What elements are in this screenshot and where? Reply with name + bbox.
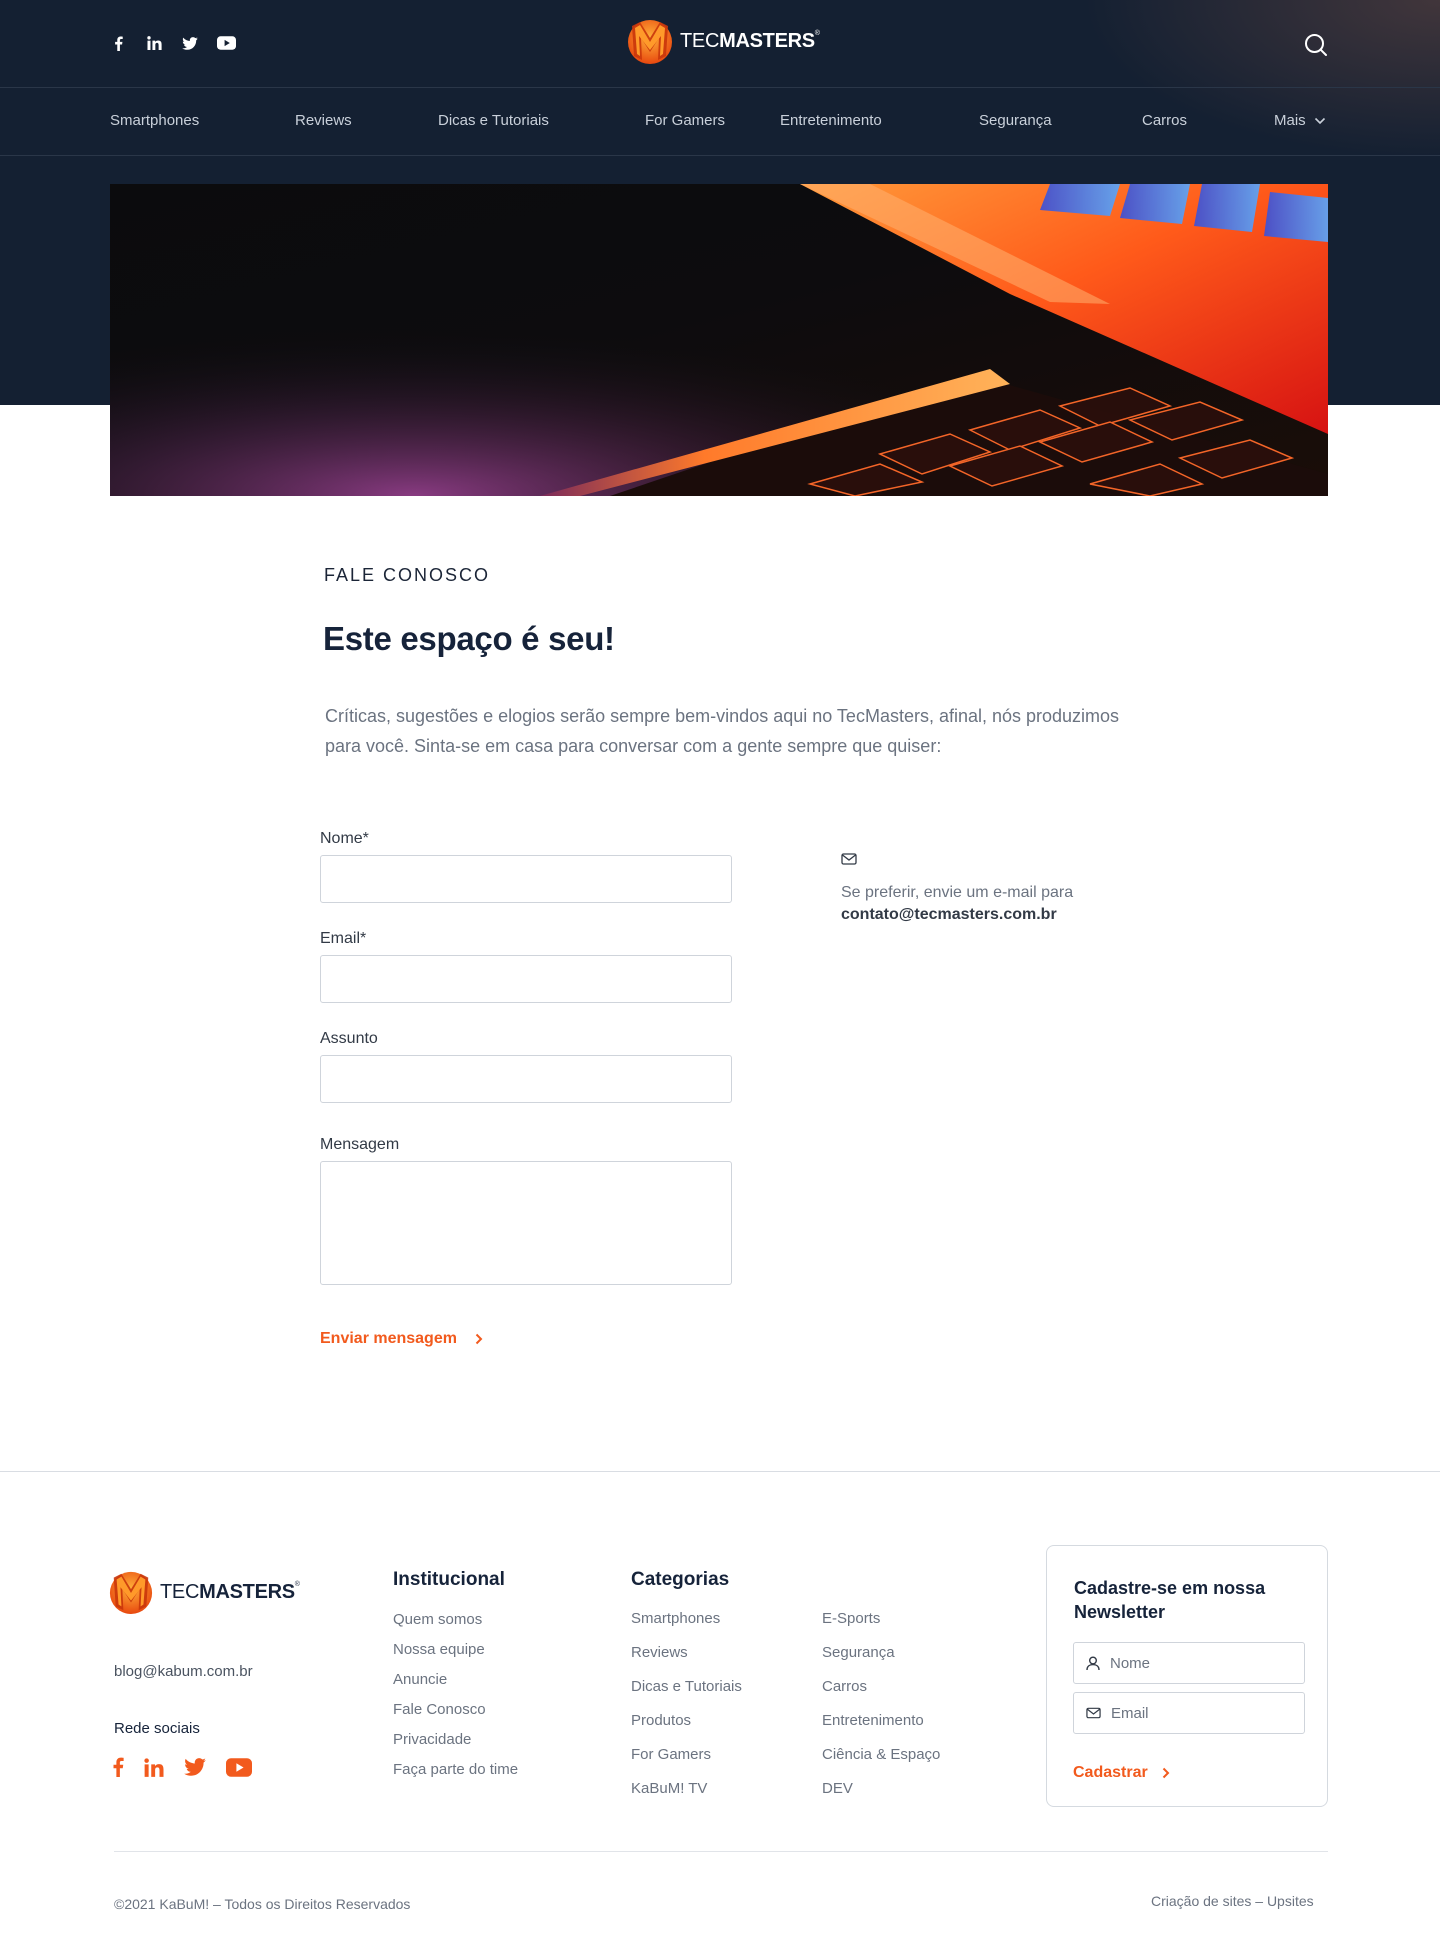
twitter-icon[interactable] bbox=[180, 33, 200, 53]
newsletter-box: Cadastre-se em nossa Newsletter Cadastra… bbox=[1046, 1545, 1328, 1807]
chevron-down-icon bbox=[1314, 117, 1325, 124]
youtube-icon[interactable] bbox=[226, 1757, 252, 1782]
send-message-button[interactable]: Enviar mensagem bbox=[320, 1330, 483, 1348]
subject-label: Assunto bbox=[320, 1030, 378, 1047]
nav-item-for-gamers[interactable]: For Gamers bbox=[645, 112, 725, 129]
nav-item-seguranca[interactable]: Segurança bbox=[979, 112, 1052, 129]
user-icon bbox=[1086, 1656, 1100, 1670]
institutional-title: Institucional bbox=[393, 1569, 505, 1590]
footer-category-produtos[interactable]: Produtos bbox=[631, 1704, 742, 1738]
footer-category-kabum-tv[interactable]: KaBuM! TV bbox=[631, 1772, 742, 1806]
contact-email-link[interactable]: contato@tecmasters.com.br bbox=[841, 906, 1057, 923]
message-label: Mensagem bbox=[320, 1136, 400, 1153]
email-field[interactable] bbox=[320, 955, 732, 1003]
nav-item-reviews[interactable]: Reviews bbox=[295, 112, 352, 129]
footer-category-esports[interactable]: E-Sports bbox=[822, 1602, 940, 1636]
footer-category-carros[interactable]: Carros bbox=[822, 1670, 940, 1704]
footer-category-seguranca[interactable]: Segurança bbox=[822, 1636, 940, 1670]
footer-category-dicas[interactable]: Dicas e Tutoriais bbox=[631, 1670, 742, 1704]
email-aside-text: Se preferir, envie um e-mail para bbox=[841, 884, 1074, 901]
footer-link-nossa-equipe[interactable]: Nossa equipe bbox=[393, 1635, 518, 1665]
email-label: Email* bbox=[320, 930, 367, 947]
footer-social-title: Rede sociais bbox=[114, 1720, 200, 1737]
name-field[interactable] bbox=[320, 855, 732, 903]
subject-field[interactable] bbox=[320, 1055, 732, 1103]
logo-wordmark: TECMASTERS® bbox=[680, 29, 820, 52]
footer-category-entretenimento[interactable]: Entretenimento bbox=[822, 1704, 940, 1738]
chevron-right-icon bbox=[475, 1333, 483, 1345]
footer-link-privacidade[interactable]: Privacidade bbox=[393, 1725, 518, 1755]
nav-item-entretenimento[interactable]: Entretenimento bbox=[780, 112, 882, 129]
footer-bottom-divider bbox=[114, 1851, 1328, 1852]
categories-links-col1: Smartphones Reviews Dicas e Tutoriais Pr… bbox=[631, 1602, 742, 1806]
top-bar: TECMASTERS® bbox=[0, 0, 1440, 88]
copyright-text: ©2021 KaBuM! – Todos os Direitos Reserva… bbox=[114, 1896, 411, 1912]
twitter-icon[interactable] bbox=[184, 1758, 206, 1781]
footer-category-for-gamers[interactable]: For Gamers bbox=[631, 1738, 742, 1772]
footer-link-quem-somos[interactable]: Quem somos bbox=[393, 1605, 518, 1635]
page-title: Este espaço é seu! bbox=[323, 620, 615, 657]
agency-credit-link[interactable]: Criação de sites – Upsites bbox=[1151, 1893, 1314, 1909]
nav-item-carros[interactable]: Carros bbox=[1142, 112, 1187, 129]
envelope-icon bbox=[1086, 1707, 1101, 1719]
intro-text: Críticas, sugestões e elogios serão semp… bbox=[325, 706, 1120, 756]
facebook-icon[interactable] bbox=[112, 1757, 124, 1782]
chevron-right-icon bbox=[1162, 1767, 1170, 1779]
search-button[interactable] bbox=[1303, 32, 1329, 58]
footer-email-link[interactable]: blog@kabum.com.br bbox=[114, 1663, 253, 1680]
envelope-icon bbox=[841, 853, 857, 865]
newsletter-submit-label: Cadastrar bbox=[1073, 1764, 1148, 1781]
youtube-icon[interactable] bbox=[216, 33, 236, 53]
newsletter-name-input[interactable] bbox=[1073, 1642, 1305, 1684]
main-navigation: Smartphones Reviews Dicas e Tutoriais Fo… bbox=[0, 88, 1440, 156]
footer-category-ciencia-espaco[interactable]: Ciência & Espaço bbox=[822, 1738, 940, 1772]
footer-category-dev[interactable]: DEV bbox=[822, 1772, 940, 1806]
logo-emblem-icon bbox=[628, 20, 672, 64]
header-social-links bbox=[108, 33, 236, 53]
institutional-links: Quem somos Nossa equipe Anuncie Fale Con… bbox=[393, 1605, 518, 1785]
footer-divider bbox=[0, 1471, 1440, 1472]
hero-laptop-image bbox=[110, 184, 1328, 496]
section-eyebrow: FALE CONOSCO bbox=[324, 565, 491, 585]
footer-link-anuncie[interactable]: Anuncie bbox=[393, 1665, 518, 1695]
search-icon bbox=[1305, 34, 1327, 56]
newsletter-submit-button[interactable]: Cadastrar bbox=[1073, 1764, 1170, 1782]
footer-category-reviews[interactable]: Reviews bbox=[631, 1636, 742, 1670]
footer-link-faca-parte[interactable]: Faça parte do time bbox=[393, 1755, 518, 1785]
newsletter-email-input[interactable] bbox=[1073, 1692, 1305, 1734]
nav-item-mais[interactable]: Mais bbox=[1274, 112, 1326, 129]
categories-title: Categorias bbox=[631, 1569, 730, 1590]
send-message-label: Enviar mensagem bbox=[320, 1330, 457, 1347]
nav-item-mais-label: Mais bbox=[1274, 112, 1306, 129]
linkedin-icon[interactable] bbox=[144, 1757, 164, 1782]
footer-social-links bbox=[112, 1757, 252, 1782]
name-label: Nome* bbox=[320, 830, 369, 847]
site-logo[interactable]: TECMASTERS® bbox=[626, 16, 820, 66]
newsletter-name-field[interactable] bbox=[1110, 1654, 1290, 1672]
categories-links-col2: E-Sports Segurança Carros Entretenimento… bbox=[822, 1602, 940, 1806]
nav-item-smartphones[interactable]: Smartphones bbox=[110, 112, 199, 129]
footer-logo[interactable]: TECMASTERS® bbox=[108, 1568, 300, 1616]
footer-category-smartphones[interactable]: Smartphones bbox=[631, 1602, 742, 1636]
email-contact-aside: Se preferir, envie um e-mail para contat… bbox=[841, 852, 1161, 924]
footer-link-fale-conosco[interactable]: Fale Conosco bbox=[393, 1695, 518, 1725]
newsletter-email-field[interactable] bbox=[1111, 1704, 1291, 1722]
facebook-icon[interactable] bbox=[108, 33, 128, 53]
message-field[interactable] bbox=[320, 1161, 732, 1285]
newsletter-title: Cadastre-se em nossa Newsletter bbox=[1074, 1578, 1266, 1622]
nav-item-dicas-e-tutoriais[interactable]: Dicas e Tutoriais bbox=[438, 112, 549, 129]
logo-emblem-icon bbox=[109, 1571, 153, 1615]
linkedin-icon[interactable] bbox=[144, 33, 164, 53]
footer-logo-wordmark: TECMASTERS® bbox=[160, 1580, 300, 1603]
